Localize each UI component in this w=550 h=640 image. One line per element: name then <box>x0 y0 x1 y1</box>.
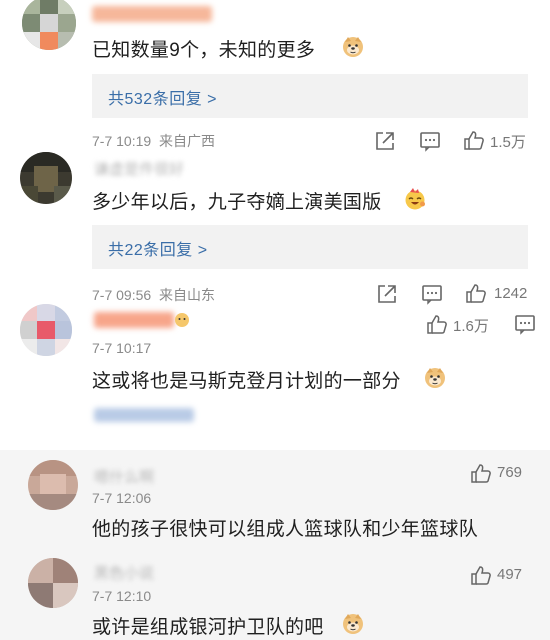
username[interactable] <box>92 6 212 22</box>
like-icon[interactable] <box>470 462 492 484</box>
doge-emoji <box>425 368 445 388</box>
comment-meta: 7-7 10:17 <box>92 340 152 356</box>
quoted-link[interactable] <box>94 408 194 422</box>
like-count: 1242 <box>494 285 528 302</box>
comment-text: 这或将也是马斯克登月计划的一部分 <box>92 371 401 392</box>
reply-text: 或许是组成银河护卫队的吧 <box>92 617 324 638</box>
like-icon[interactable] <box>465 282 487 304</box>
view-replies-link[interactable]: 共22条回复 > <box>108 236 208 260</box>
doge-emoji <box>343 614 363 634</box>
comment-text: 已知数量9个，未知的更多 <box>92 40 316 61</box>
like-count: 497 <box>497 566 523 583</box>
username[interactable] <box>94 312 174 328</box>
reply-time: 7-7 12:10 <box>92 588 152 604</box>
avatar[interactable] <box>20 152 72 204</box>
comment-meta: 7-7 09:56 来自山东 <box>92 287 215 303</box>
username[interactable]: 谦虚是件很好 <box>94 158 184 179</box>
comment-icon[interactable] <box>514 313 536 335</box>
reply-time: 7-7 12:06 <box>92 490 152 506</box>
party-emoji <box>405 188 425 210</box>
avatar[interactable] <box>20 304 72 356</box>
like-count: 1.6万 <box>453 318 489 335</box>
like-count: 769 <box>497 464 523 481</box>
share-icon[interactable] <box>376 283 398 305</box>
reply-text: 他的孩子很快可以组成人篮球队和少年篮球队 <box>92 519 479 540</box>
avatar[interactable] <box>28 558 78 608</box>
comment-icon[interactable] <box>419 130 441 152</box>
comment-text: 多少年以后，九子夺嫡上演美国版 <box>92 192 382 213</box>
username[interactable]: 嗯什么啊 <box>94 466 154 487</box>
like-icon[interactable] <box>470 564 492 586</box>
doge-emoji <box>343 37 363 57</box>
like-icon[interactable] <box>463 129 485 151</box>
like-count: 1.5万 <box>490 134 526 151</box>
name-badge-icon <box>175 313 189 327</box>
username[interactable]: 黑色小说 <box>94 562 154 583</box>
share-icon[interactable] <box>374 130 396 152</box>
view-replies-link[interactable]: 共532条回复 > <box>108 85 217 109</box>
comment-icon[interactable] <box>421 283 443 305</box>
like-icon[interactable] <box>426 313 448 335</box>
comment-meta: 7-7 10:19 来自广西 <box>92 133 215 149</box>
avatar[interactable] <box>22 0 76 50</box>
avatar[interactable] <box>28 460 78 510</box>
